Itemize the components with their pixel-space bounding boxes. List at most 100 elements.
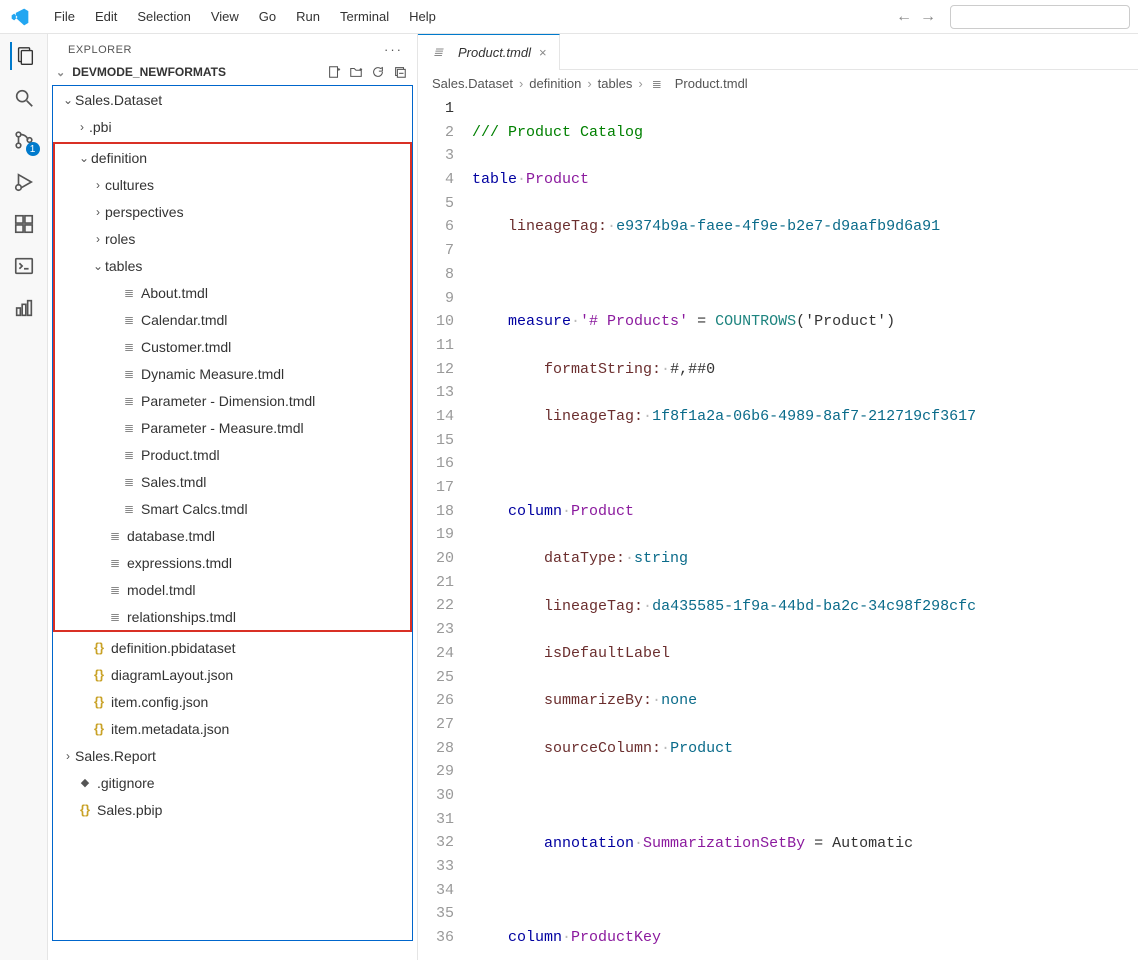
tree-file[interactable]: ≣database.tmdl bbox=[55, 522, 410, 549]
scm-badge: 1 bbox=[26, 142, 40, 156]
breadcrumb-part[interactable]: definition bbox=[529, 76, 581, 91]
chevron-right-icon: › bbox=[61, 749, 75, 763]
tree-file[interactable]: ≣Parameter - Measure.tmdl bbox=[55, 414, 410, 441]
file-icon: ≣ bbox=[649, 77, 665, 91]
file-icon: ≣ bbox=[121, 421, 137, 435]
tree-folder-pbi[interactable]: ›.pbi bbox=[53, 113, 412, 140]
menu-selection[interactable]: Selection bbox=[127, 5, 200, 28]
activity-bar: 1 bbox=[0, 34, 48, 960]
run-debug-icon[interactable] bbox=[10, 168, 38, 196]
file-icon: ≣ bbox=[121, 448, 137, 462]
breadcrumb-part[interactable]: Product.tmdl bbox=[675, 76, 748, 91]
tree-folder-sales-report[interactable]: ›Sales.Report bbox=[53, 742, 412, 769]
explorer-icon[interactable] bbox=[10, 42, 38, 70]
tree-file-item-metadata[interactable]: {}item.metadata.json bbox=[53, 715, 412, 742]
chevron-right-icon: › bbox=[91, 232, 105, 246]
chevron-down-icon: ⌄ bbox=[56, 66, 65, 79]
tree-folder-cultures[interactable]: ›cultures bbox=[55, 171, 410, 198]
collapse-all-icon[interactable] bbox=[393, 65, 407, 79]
menubar: FileEditSelectionViewGoRunTerminalHelp ←… bbox=[0, 0, 1138, 34]
folder-actions bbox=[327, 65, 407, 79]
editor-tabs: ≣ Product.tmdl × bbox=[418, 34, 1138, 70]
tree-file[interactable]: ≣Customer.tmdl bbox=[55, 333, 410, 360]
menu-edit[interactable]: Edit bbox=[85, 5, 127, 28]
editor-area: ≣ Product.tmdl × Sales.Dataset› definiti… bbox=[418, 34, 1138, 960]
file-tree: ⌄Sales.Dataset ›.pbi ⌄definition ›cultur… bbox=[52, 85, 413, 941]
tree-file[interactable]: ≣relationships.tmdl bbox=[55, 603, 410, 630]
close-icon[interactable]: × bbox=[539, 45, 547, 60]
tree-file[interactable]: ≣Parameter - Dimension.tmdl bbox=[55, 387, 410, 414]
file-icon: ≣ bbox=[107, 610, 123, 624]
powerbi-icon[interactable] bbox=[10, 294, 38, 322]
sidebar-header: EXPLORER ··· bbox=[48, 34, 417, 61]
tab-label: Product.tmdl bbox=[458, 45, 531, 60]
breadcrumb-part[interactable]: tables bbox=[598, 76, 633, 91]
line-number-gutter: 1234567891011121314151617181920212223242… bbox=[418, 97, 472, 960]
tree-file[interactable]: ≣Dynamic Measure.tmdl bbox=[55, 360, 410, 387]
tree-file[interactable]: ≣Product.tmdl bbox=[55, 441, 410, 468]
tree-file-gitignore[interactable]: ◆.gitignore bbox=[53, 769, 412, 796]
menu-terminal[interactable]: Terminal bbox=[330, 5, 399, 28]
file-icon: ≣ bbox=[121, 367, 137, 381]
highlight-box: ⌄definition ›cultures ›perspectives ›rol… bbox=[53, 142, 412, 632]
file-icon: ≣ bbox=[121, 475, 137, 489]
chevron-down-icon: ⌄ bbox=[61, 93, 75, 107]
tree-folder-definition[interactable]: ⌄definition bbox=[55, 144, 410, 171]
chevron-down-icon: ⌄ bbox=[77, 151, 91, 165]
gitignore-file-icon: ◆ bbox=[77, 776, 93, 789]
extensions-icon[interactable] bbox=[10, 210, 38, 238]
code-content[interactable]: /// Product Catalog table·Product lineag… bbox=[472, 97, 1138, 960]
breadcrumb-part[interactable]: Sales.Dataset bbox=[432, 76, 513, 91]
tree-folder-sales-dataset[interactable]: ⌄Sales.Dataset bbox=[53, 86, 412, 113]
refresh-icon[interactable] bbox=[371, 65, 385, 79]
nav-forward-icon[interactable]: → bbox=[916, 8, 940, 26]
json-file-icon: {} bbox=[91, 667, 107, 682]
folder-name: DEVMODE_NEWFORMATS bbox=[72, 65, 327, 79]
file-icon: ≣ bbox=[121, 340, 137, 354]
tree-file[interactable]: ≣model.tmdl bbox=[55, 576, 410, 603]
code-editor[interactable]: 1234567891011121314151617181920212223242… bbox=[418, 97, 1138, 960]
tree-folder-tables[interactable]: ⌄tables bbox=[55, 252, 410, 279]
command-center-search[interactable] bbox=[950, 5, 1130, 29]
tree-folder-roles[interactable]: ›roles bbox=[55, 225, 410, 252]
new-folder-icon[interactable] bbox=[349, 65, 363, 79]
terminal-panel-icon[interactable] bbox=[10, 252, 38, 280]
tree-file-sales-pbip[interactable]: {}Sales.pbip bbox=[53, 796, 412, 823]
json-file-icon: {} bbox=[91, 694, 107, 709]
tree-file-diagramlayout[interactable]: {}diagramLayout.json bbox=[53, 661, 412, 688]
source-control-icon[interactable]: 1 bbox=[10, 126, 38, 154]
menu-run[interactable]: Run bbox=[286, 5, 330, 28]
tab-product-tmdl[interactable]: ≣ Product.tmdl × bbox=[418, 34, 560, 70]
tree-folder-perspectives[interactable]: ›perspectives bbox=[55, 198, 410, 225]
file-icon: ≣ bbox=[121, 502, 137, 516]
tree-file[interactable]: ≣Smart Calcs.tmdl bbox=[55, 495, 410, 522]
file-icon: ≣ bbox=[107, 583, 123, 597]
new-file-icon[interactable] bbox=[327, 65, 341, 79]
menu-items: FileEditSelectionViewGoRunTerminalHelp bbox=[44, 5, 446, 28]
nav-back-icon[interactable]: ← bbox=[892, 8, 916, 26]
tree-file[interactable]: ≣Sales.tmdl bbox=[55, 468, 410, 495]
sidebar-more-icon[interactable]: ··· bbox=[384, 42, 403, 57]
menu-view[interactable]: View bbox=[201, 5, 249, 28]
tree-file-definition-pbidataset[interactable]: {}definition.pbidataset bbox=[53, 634, 412, 661]
chevron-right-icon: › bbox=[91, 205, 105, 219]
menu-help[interactable]: Help bbox=[399, 5, 446, 28]
file-icon: ≣ bbox=[121, 286, 137, 300]
file-icon: ≣ bbox=[430, 45, 446, 59]
file-icon: ≣ bbox=[107, 529, 123, 543]
menu-file[interactable]: File bbox=[44, 5, 85, 28]
folder-header[interactable]: ⌄ DEVMODE_NEWFORMATS bbox=[48, 61, 417, 83]
chevron-right-icon: › bbox=[91, 178, 105, 192]
tree-file[interactable]: ≣expressions.tmdl bbox=[55, 549, 410, 576]
sidebar: EXPLORER ··· ⌄ DEVMODE_NEWFORMATS ⌄Sales… bbox=[48, 34, 418, 960]
tree-file[interactable]: ≣Calendar.tmdl bbox=[55, 306, 410, 333]
sidebar-title: EXPLORER bbox=[68, 44, 132, 56]
chevron-down-icon: ⌄ bbox=[91, 259, 105, 273]
search-icon[interactable] bbox=[10, 84, 38, 112]
tree-file-item-config[interactable]: {}item.config.json bbox=[53, 688, 412, 715]
tree-file[interactable]: ≣About.tmdl bbox=[55, 279, 410, 306]
breadcrumb[interactable]: Sales.Dataset› definition› tables› ≣ Pro… bbox=[418, 70, 1138, 97]
chevron-right-icon: › bbox=[75, 120, 89, 134]
json-file-icon: {} bbox=[91, 640, 107, 655]
menu-go[interactable]: Go bbox=[249, 5, 286, 28]
